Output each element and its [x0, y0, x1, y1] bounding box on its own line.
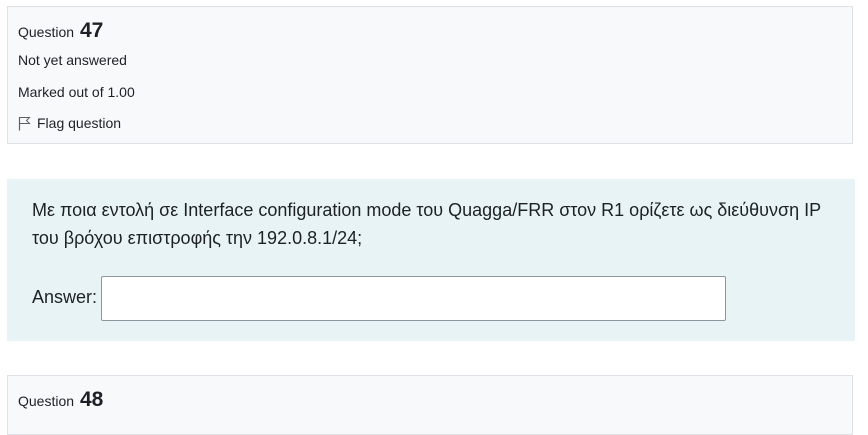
answer-label: Answer: — [32, 287, 98, 307]
question-grade: Marked out of 1.00 — [18, 84, 135, 100]
question-number-value: 47 — [79, 19, 104, 42]
question-number-value: 48 — [79, 388, 104, 411]
question-47-content: Με ποια εντολή σε Interface configuratio… — [7, 179, 855, 341]
question-48-info: Question 48 — [7, 375, 853, 435]
question-number: Question 48 — [18, 388, 103, 412]
flag-icon — [18, 116, 31, 130]
question-text: Με ποια εντολή σε Interface configuratio… — [32, 200, 821, 248]
answer-input[interactable] — [101, 276, 726, 321]
question-prefix: Question — [18, 393, 75, 409]
flag-question-link[interactable]: Flag question — [18, 115, 121, 131]
question-number: Question 47 — [18, 19, 103, 43]
flag-question-label: Flag question — [37, 115, 122, 131]
question-state: Not yet answered — [18, 52, 127, 68]
question-47-info: Question 47 Not yet answered Marked out … — [7, 6, 853, 144]
question-prefix: Question — [18, 24, 75, 40]
